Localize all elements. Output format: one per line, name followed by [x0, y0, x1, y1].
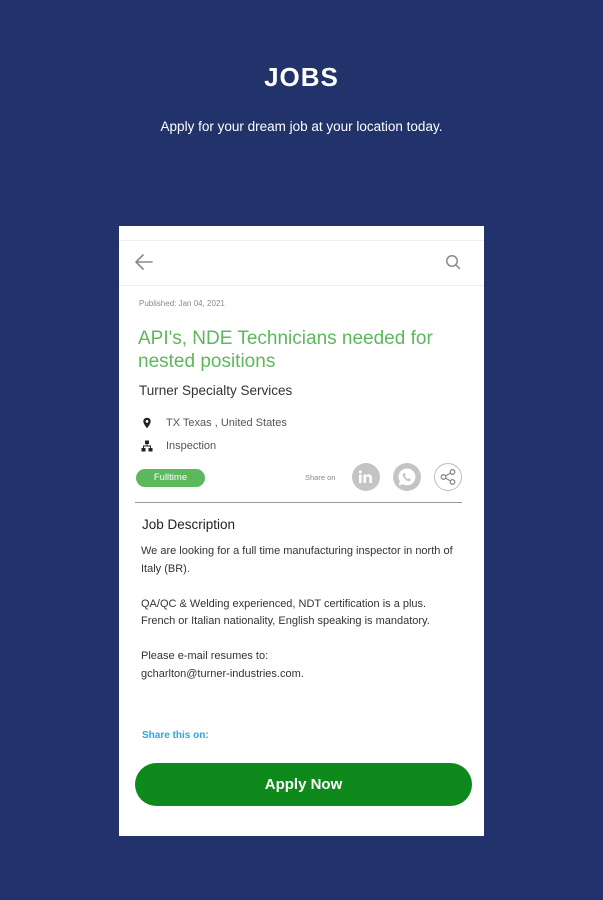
- search-button[interactable]: [444, 253, 462, 271]
- published-date: Published: Jan 04, 2021: [139, 299, 225, 308]
- share-more-button[interactable]: [434, 463, 462, 491]
- location-row: TX Texas , United States: [141, 417, 287, 429]
- category-row: Inspection: [141, 440, 216, 452]
- category-text: Inspection: [166, 440, 217, 452]
- contact-email: gcharlton@turner-industries.com.: [141, 667, 304, 680]
- description-paragraph: QA/QC & Welding experienced, NDT certifi…: [141, 597, 427, 610]
- share-this-label: Share this on:: [142, 730, 209, 741]
- back-button[interactable]: [133, 251, 155, 273]
- description-paragraph: French or Italian nationality, English s…: [141, 615, 430, 627]
- share-linkedin-button[interactable]: [352, 463, 380, 491]
- search-icon: [446, 255, 461, 270]
- employment-type-badge: Fulltime: [136, 469, 205, 487]
- job-title: API's, NDE Technicians needed for nested…: [138, 328, 433, 372]
- app-screen: Published: Jan 04, 2021 API's, NDE Techn…: [119, 226, 484, 836]
- promo-subtitle: Apply for your dream job at your locatio…: [160, 119, 443, 134]
- promo-title: JOBS: [264, 62, 339, 92]
- arrow-left-icon: [135, 254, 153, 270]
- app-toolbar: [119, 240, 484, 286]
- map-pin-icon: [143, 417, 151, 429]
- linkedin-icon: [358, 470, 372, 483]
- sitemap-icon: [141, 440, 153, 452]
- section-divider: [135, 502, 462, 503]
- share-label: Share on: [305, 473, 336, 482]
- share-icon: [440, 469, 456, 485]
- location-text: TX Texas , United States: [166, 417, 287, 429]
- description-paragraph: Please e-mail resumes to:: [141, 650, 269, 662]
- apply-now-button[interactable]: Apply Now: [135, 763, 472, 806]
- share-whatsapp-button[interactable]: [393, 463, 421, 491]
- whatsapp-icon: [398, 468, 416, 486]
- description-paragraph: We are looking for a full time manufactu…: [141, 545, 453, 575]
- description-body: We are looking for a full time manufactu…: [141, 543, 459, 683]
- description-heading: Job Description: [142, 517, 236, 532]
- company-name: Turner Specialty Services: [139, 383, 293, 398]
